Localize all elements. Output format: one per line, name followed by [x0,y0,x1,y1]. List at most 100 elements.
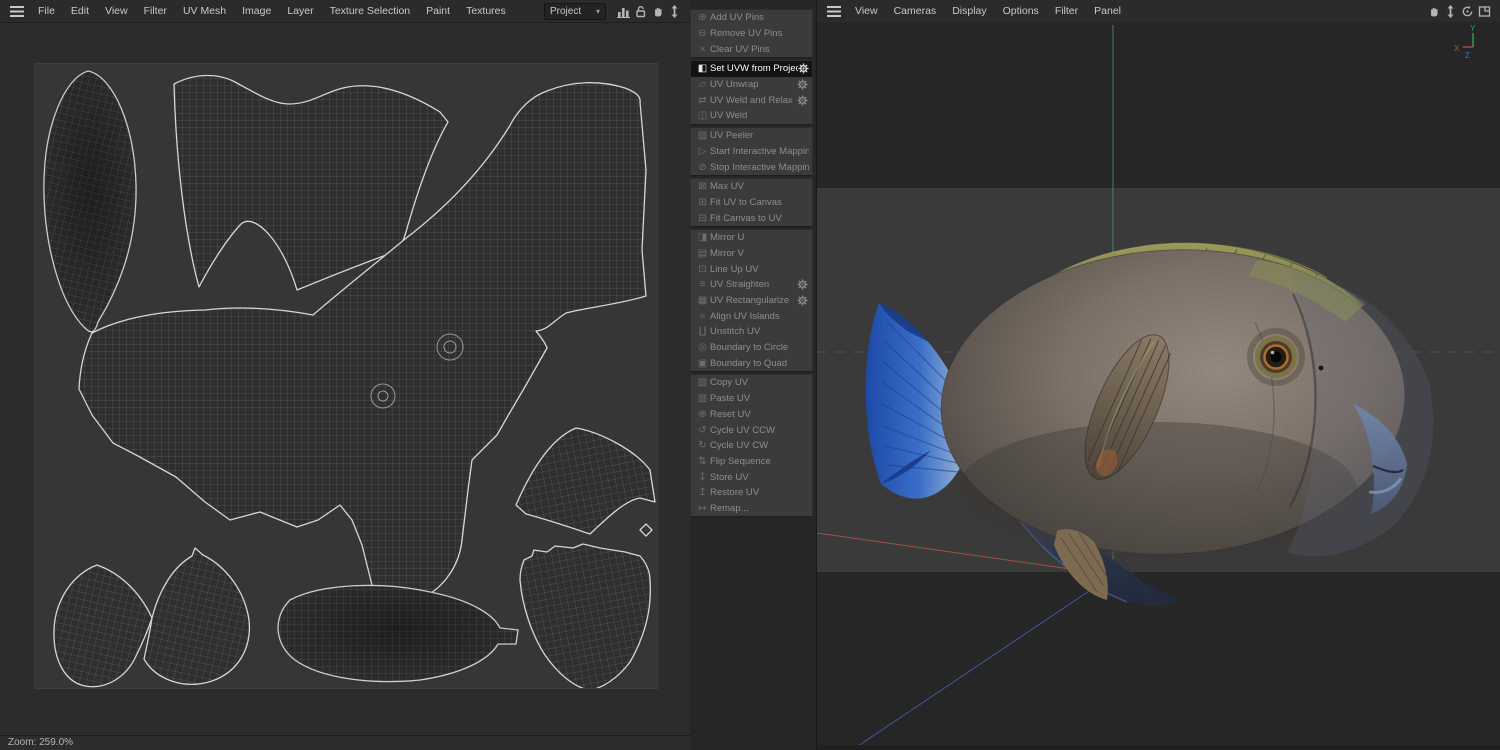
menu-item-clear-uv-pins[interactable]: × Clear UV Pins [691,41,812,57]
menu-item-cycle-uv-cw[interactable]: ↻ Cycle UV CW [691,438,812,454]
menubar-item-options[interactable]: Options [995,0,1047,22]
menubar-item-textures[interactable]: Textures [458,0,514,22]
line-up-icon: ⊡ [698,263,707,275]
viewport-3d[interactable]: Y X Z [817,22,1500,750]
straighten-icon: ≡ [699,279,706,291]
viewport-scene: Y X Z [817,22,1500,750]
menu-item-restore-uv[interactable]: ↥ Restore UV [691,485,812,501]
gear-icon[interactable] [798,63,809,74]
menu-item-line-up-uv[interactable]: ⊡ Line Up UV [691,261,812,277]
menubar-item-view[interactable]: View [847,0,886,22]
menu-item-reset-uv[interactable]: ⊗ Reset UV [691,407,812,423]
histogram-icon[interactable] [615,3,631,19]
menu-item-copy-uv[interactable]: ▧ Copy UV [691,375,812,391]
menu-item-label: Max UV [710,181,744,193]
viewport-hamburger-icon[interactable] [827,5,841,17]
menubar-item-view[interactable]: View [97,0,136,22]
menu-item-align-uv-islands[interactable]: ≈ Align UV Islands [691,308,812,324]
menu-item-label: Reset UV [710,408,751,420]
dropdown-value: Project [549,5,582,17]
menu-item-label: Paste UV [710,393,751,405]
texture-channel-dropdown[interactable]: Project ▾ [543,2,606,20]
menu-item-label: UV Straighten [710,279,770,291]
menu-item-boundary-to-circle[interactable]: ◎ Boundary to Circle [691,340,812,356]
menu-item-label: Add UV Pins [710,12,764,24]
menu-item-uv-rectangularize[interactable]: ▦ UV Rectangularize [691,293,812,309]
menu-item-boundary-to-quad[interactable]: ▣ Boundary to Quad [691,355,812,371]
menu-item-label: Boundary to Quad [710,357,788,369]
menu-item-uv-peeler[interactable]: ▨ UV Peeler [691,128,812,144]
unstitch-icon: ∐ [698,326,707,338]
menu-item-label: Boundary to Circle [710,342,789,354]
menubar-item-file[interactable]: File [30,0,63,22]
uv-island-tail-fin[interactable] [43,70,137,333]
menubar-item-display[interactable]: Display [944,0,994,22]
rotate-icon[interactable] [1459,3,1475,19]
menubar-item-paint[interactable]: Paint [418,0,458,22]
menu-item-set-uvw-from-projection[interactable]: ◧Set UVW from Projection [691,61,812,77]
gear-icon[interactable] [796,79,809,90]
gear-icon[interactable] [796,95,809,106]
menu-item-label: Stop Interactive Mapping [710,161,809,173]
menu-item-fit-canvas-to-uv[interactable]: ⊟ Fit Canvas to UV [691,210,812,226]
menubar-item-panel[interactable]: Panel [1086,0,1129,22]
gear-icon[interactable] [796,279,809,290]
menu-item-store-uv[interactable]: ↧ Store UV [691,469,812,485]
paste-icon: ▥ [697,393,708,405]
fish-eye [1247,328,1305,386]
hand-icon[interactable] [1425,3,1441,19]
menubar-item-edit[interactable]: Edit [63,0,97,22]
menubar-item-filter[interactable]: Filter [136,0,175,22]
menu-item-mirror-u[interactable]: ◨ Mirror U [691,230,812,246]
hand-icon[interactable] [649,3,665,19]
flip-icon: ⇅ [698,455,707,467]
menu-item-mirror-v[interactable]: ▤ Mirror V [691,246,812,262]
menu-item-fit-uv-to-canvas[interactable]: ⊞ Fit UV to Canvas [691,195,812,211]
uv-island-head-lobes[interactable] [53,547,251,688]
uv-island-gill-plate[interactable] [519,543,651,691]
viewport-bottom-strip [817,745,1500,750]
menu-item-flip-sequence[interactable]: ⇅ Flip Sequence [691,454,812,470]
menu-item-start-interactive-mapping[interactable]: ▷ Start Interactive Mapping [691,144,812,160]
menu-item-label: Line Up UV [710,263,759,275]
stop-icon: ⊘ [698,161,707,173]
maximize-panel-icon[interactable] [1476,3,1492,19]
menu-item-stop-interactive-mapping[interactable]: ⊘ Stop Interactive Mapping [691,159,812,175]
unlock-icon[interactable] [632,3,648,19]
menubar-item-layer[interactable]: Layer [279,0,321,22]
pan-vertical-icon[interactable] [1442,3,1458,19]
menu-item-label: UV Rectangularize [710,295,790,307]
uv-canvas[interactable] [34,63,658,691]
mirror-v-icon: ▤ [697,247,708,259]
menu-item-remove-uv-pins[interactable]: ⊖ Remove UV Pins [691,26,812,42]
uv-island-pectoral-fin[interactable] [515,427,656,537]
menu-item-remap[interactable]: ↦ Remap... [691,501,812,517]
menu-item-add-uv-pins[interactable]: ⊕ Add UV Pins [691,10,812,26]
menu-item-uv-straighten[interactable]: ≡ UV Straighten [691,277,812,293]
menubar-item-uv-mesh[interactable]: UV Mesh [175,0,234,22]
menu-group-4: ⊠ Max UV ⊞ Fit UV to Canvas ⊟ Fit Canvas to U… [690,177,813,227]
menu-item-paste-uv[interactable]: ▥ Paste UV [691,391,812,407]
double-arrow-vertical-icon[interactable] [666,3,682,19]
menu-item-max-uv[interactable]: ⊠ Max UV [691,179,812,195]
menu-item-uv-weld-and-relax[interactable]: ⇄ UV Weld and Relax [691,92,812,108]
menu-item-uv-unwrap[interactable]: ▱ UV Unwrap [691,77,812,93]
gizmo-y-label: Y [1470,24,1476,33]
menu-item-label: Remap... [710,502,749,514]
menubar-item-texture-selection[interactable]: Texture Selection [322,0,419,22]
menu-item-unstitch-uv[interactable]: ∐ Unstitch UV [691,324,812,340]
menubar-item-cameras[interactable]: Cameras [886,0,945,22]
menu-item-cycle-uv-ccw[interactable]: ↺ Cycle UV CCW [691,422,812,438]
menu-item-label: Fit UV to Canvas [710,196,782,208]
uv-island-belly[interactable] [277,584,519,683]
menubar-item-image[interactable]: Image [234,0,279,22]
menu-hamburger-icon[interactable] [10,5,24,17]
pin-add-icon: ⊕ [698,12,707,24]
menubar-item-filter[interactable]: Filter [1047,0,1086,22]
menu-item-uv-weld[interactable]: ◫ UV Weld [691,108,812,124]
fit-out-icon: ⊟ [698,212,707,224]
gear-icon[interactable] [796,295,809,306]
menu-item-label: Cycle UV CW [710,440,769,452]
uv-commands-column: ⊕ Add UV Pins ⊖ Remove UV Pins × Clear UV Pin… [690,0,817,750]
reset-icon: ⊗ [698,408,707,420]
